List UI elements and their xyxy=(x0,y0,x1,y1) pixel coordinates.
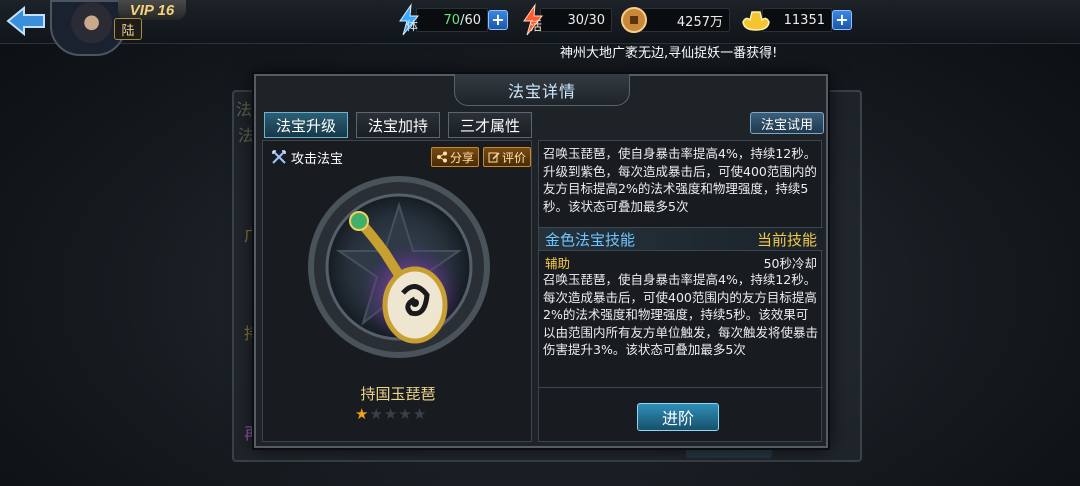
skill-description: 召唤玉琵琶，使自身暴击率提高4%，持续12秒。每次造成暴击后，可使400范围内的… xyxy=(543,272,819,357)
artifact-pipa-image xyxy=(308,176,490,358)
back-arrow-icon xyxy=(6,5,45,37)
skill-category: 辅助 xyxy=(545,256,571,271)
gold-value: 11351 xyxy=(783,12,825,28)
skill-meta-row: 辅助 50秒冷却 xyxy=(545,253,817,271)
artifact-type-label: 攻击法宝 xyxy=(291,151,344,167)
skill-section-state: 当前技能 xyxy=(756,230,817,249)
star-rating: ★ ★ ★ ★ ★ xyxy=(355,407,426,422)
dialog-title: 法宝详情 xyxy=(507,81,576,101)
artifact-detail-dialog: 法宝详情 法宝升级 法宝加持 三才属性 法宝试用 攻击法宝 分享 评价 持国玉琵… xyxy=(254,74,828,448)
coin-value: 4257万 xyxy=(676,14,723,30)
copper-coin-icon xyxy=(620,6,650,40)
advance-button[interactable]: 进阶 xyxy=(637,403,719,431)
vip-badge[interactable]: VIP 16 xyxy=(118,0,186,20)
previous-skill-description: 召唤玉琵琶，使自身暴击率提高4%，持续12秒。升级到紫色，每次造成暴击后，可使4… xyxy=(543,146,817,214)
server-badge: 陆 xyxy=(114,18,142,40)
back-button[interactable] xyxy=(4,4,48,38)
skill-section-title: 金色法宝技能 xyxy=(545,230,636,249)
edit-icon xyxy=(488,152,500,163)
artifact-type: 攻击法宝 xyxy=(271,147,343,167)
skill-section-header: 金色法宝技能 当前技能 xyxy=(539,227,823,251)
artifact-card: 攻击法宝 分享 评价 持国玉琵琶 ★ ★ ★ ★ ★ xyxy=(262,140,532,442)
energy-icon: 活 xyxy=(518,3,548,37)
review-label: 评价 xyxy=(502,150,527,165)
skill-cooldown: 50秒冷却 xyxy=(763,256,817,271)
review-button[interactable]: 评价 xyxy=(483,147,531,167)
star-icon: ★ xyxy=(412,405,427,423)
tab-attributes[interactable]: 三才属性 xyxy=(448,112,532,138)
coin-display: 4257万 xyxy=(640,8,730,32)
star-icon: ★ xyxy=(369,405,383,423)
background-tab-stub: 法 xyxy=(236,100,253,119)
tab-enhance[interactable]: 法宝加持 xyxy=(356,112,440,138)
star-icon: ★ xyxy=(398,405,412,423)
add-stamina-button[interactable]: + xyxy=(488,10,508,30)
stamina-value: 70 xyxy=(443,12,461,28)
artifact-name: 持国玉琵琶 xyxy=(360,385,436,403)
star-icon: ★ xyxy=(383,405,398,423)
energy-max: /30 xyxy=(584,12,605,28)
add-gold-button[interactable]: + xyxy=(832,10,852,30)
trial-button[interactable]: 法宝试用 xyxy=(750,112,824,134)
stamina-max: /60 xyxy=(460,12,481,28)
skill-info-panel: 召唤玉琵琶，使自身暴击率提高4%，持续12秒。升级到紫色，每次造成暴击后，可使4… xyxy=(538,140,823,442)
share-icon xyxy=(437,151,447,163)
top-resource-bar: VIP 16 陆 70 /60 体 + 30 /30 活 4257万 11351 xyxy=(0,0,1080,56)
gold-display: 11351 xyxy=(762,8,832,32)
crossed-swords-icon xyxy=(272,150,286,164)
scrolling-notice: 神州大地广袤无边,寻仙捉妖一番获得! xyxy=(560,46,778,61)
background-label-stub: 法 xyxy=(238,126,255,145)
share-button[interactable]: 分享 xyxy=(431,147,480,167)
share-label: 分享 xyxy=(450,150,475,165)
dialog-title-frame: 法宝详情 xyxy=(454,74,630,106)
energy-display: 30 /30 xyxy=(540,8,612,32)
stamina-label: 体 xyxy=(406,19,419,33)
gold-ingot-icon xyxy=(740,6,770,40)
stamina-display: 70 /60 xyxy=(416,8,488,32)
tab-upgrade[interactable]: 法宝升级 xyxy=(264,112,348,138)
star-icon: ★ xyxy=(355,405,369,423)
panel-divider xyxy=(539,387,823,388)
stamina-icon: 体 xyxy=(394,3,424,37)
energy-value: 30 xyxy=(567,12,585,28)
energy-label: 活 xyxy=(530,19,543,33)
